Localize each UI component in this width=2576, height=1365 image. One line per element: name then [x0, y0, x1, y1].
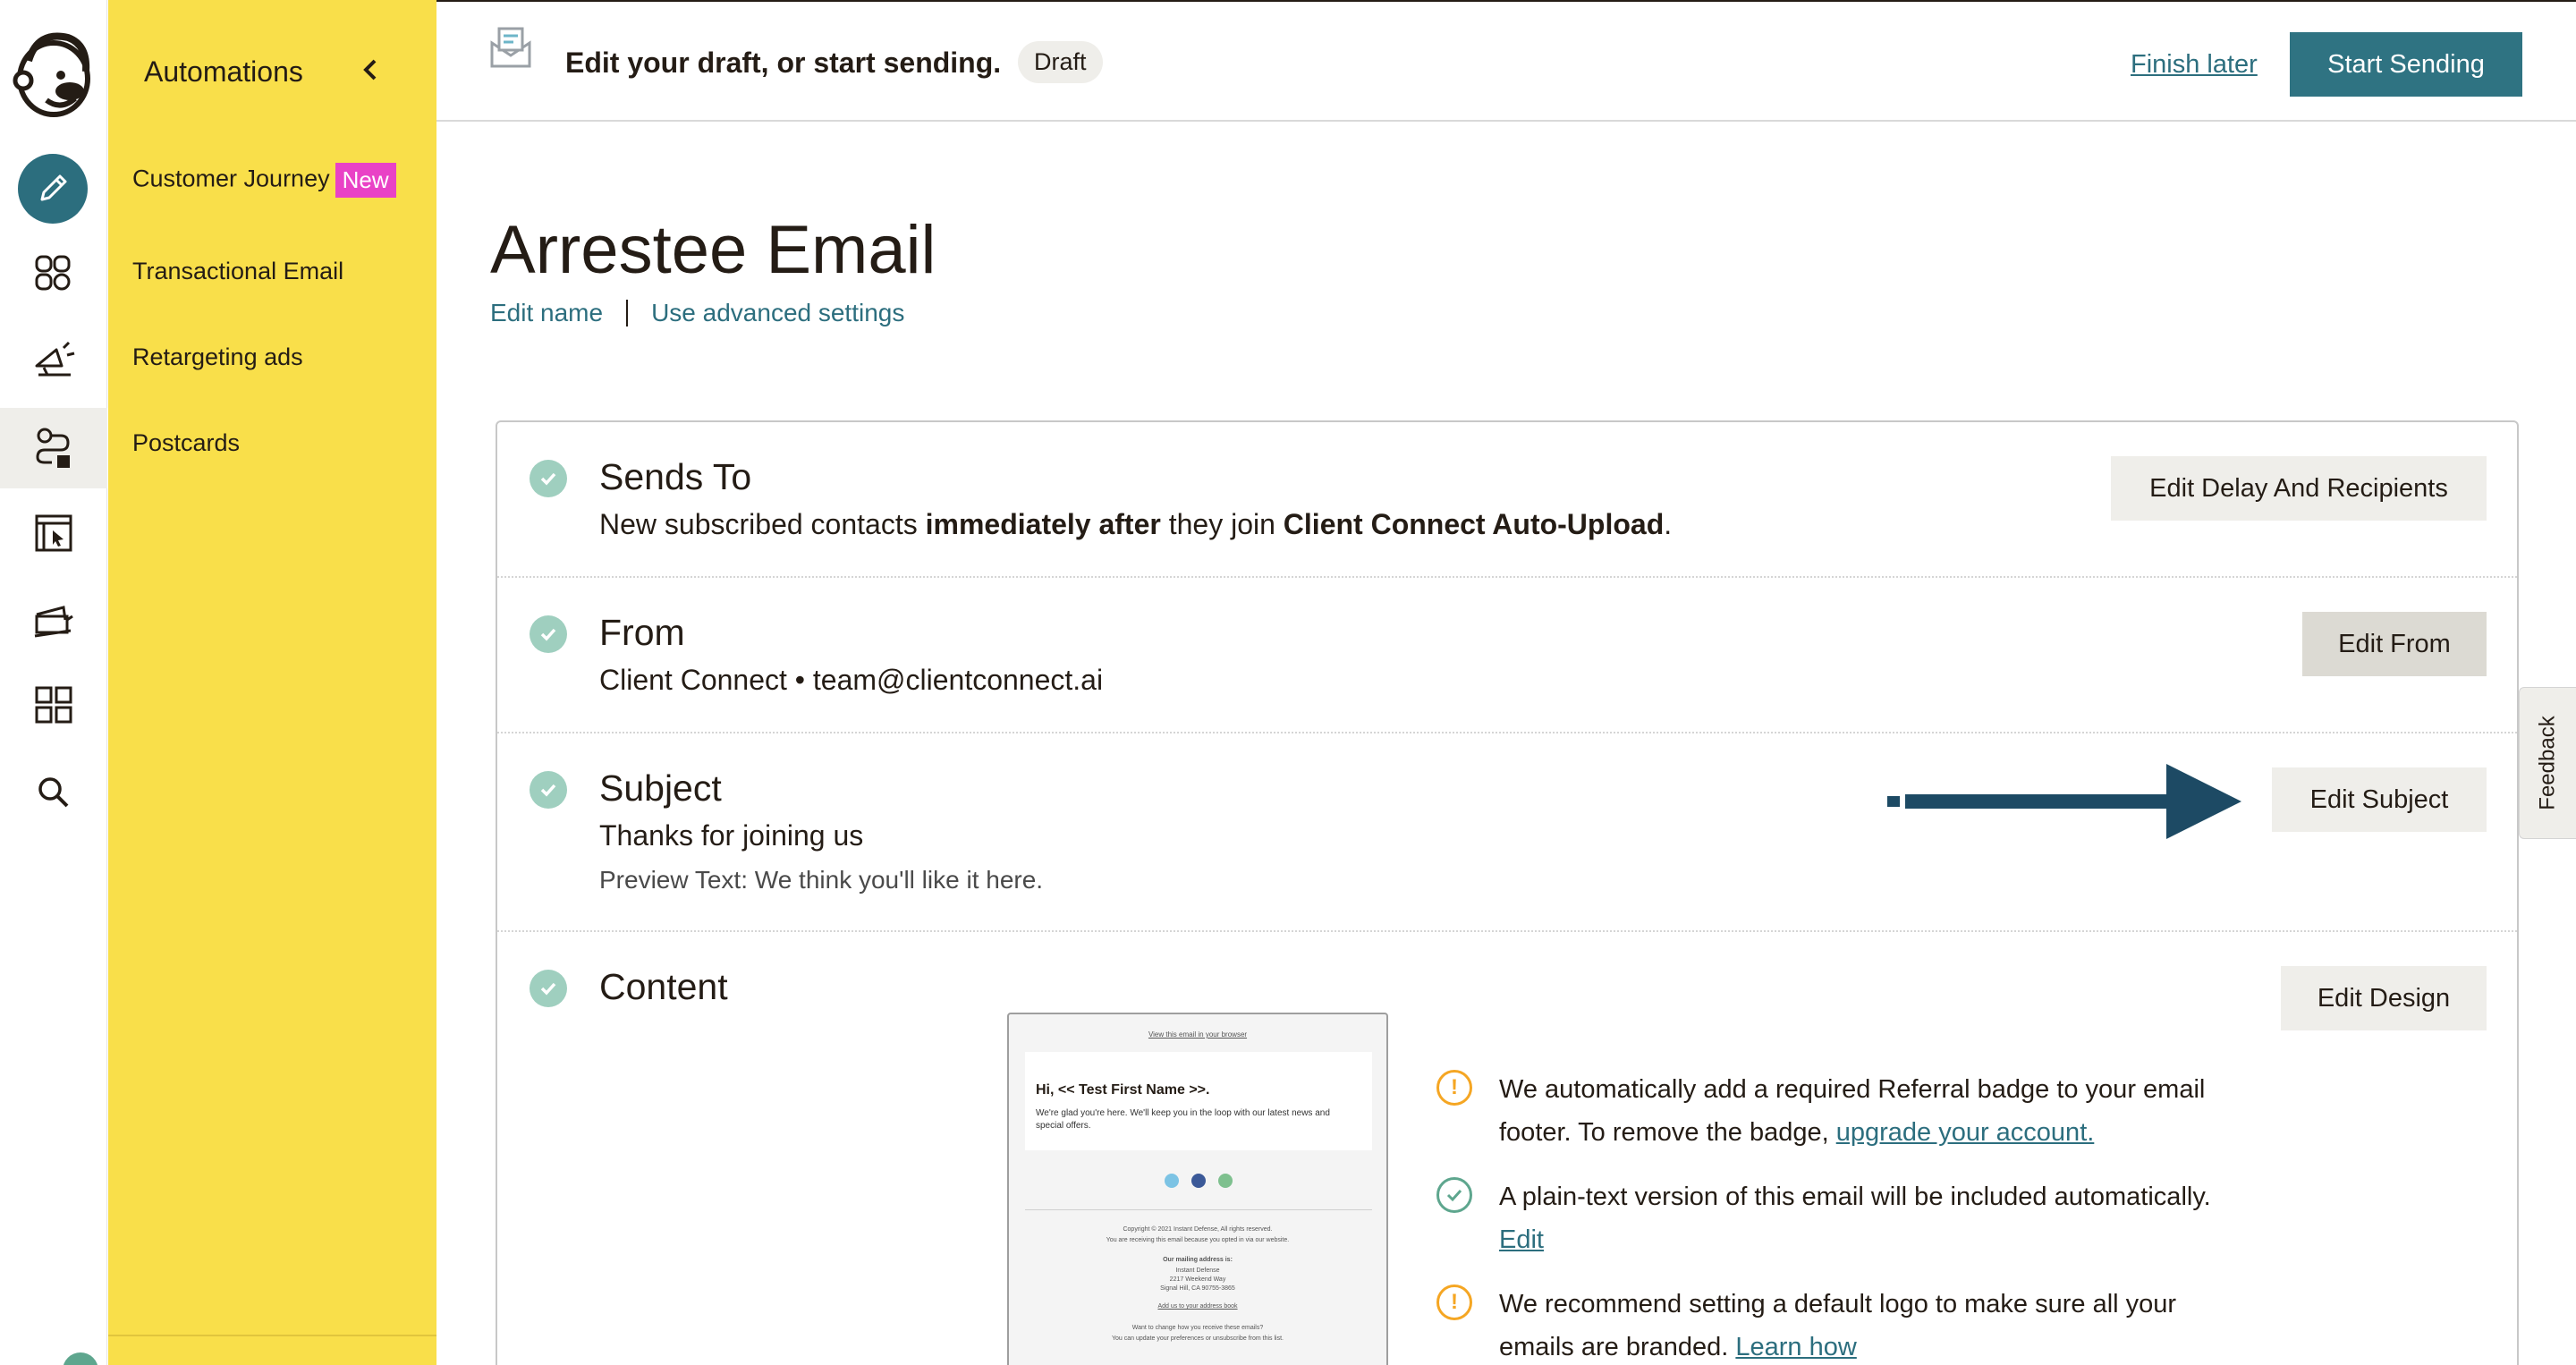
email-footer-mailing-heading: Our mailing address is: — [1163, 1257, 1233, 1263]
top-header-bar: Edit your draft, or start sending. Draft… — [436, 0, 2576, 122]
website-icon[interactable] — [18, 497, 89, 569]
website-icon — [1218, 1174, 1233, 1188]
edit-subject-button[interactable]: Edit Subject — [2272, 767, 2487, 832]
header-title: Edit your draft, or start sending. — [565, 47, 1002, 79]
finish-later-link[interactable]: Finish later — [2131, 50, 2258, 80]
sidebar-item-postcards[interactable]: Postcards — [132, 429, 240, 457]
upgrade-account-link[interactable]: upgrade your account. — [1836, 1118, 2095, 1147]
default-logo-notice: ! We recommend setting a default logo to… — [1436, 1283, 2241, 1365]
warning-icon: ! — [1436, 1284, 1472, 1320]
annotation-arrow-icon — [1884, 760, 2241, 845]
integrations-grid-icon[interactable] — [18, 669, 89, 741]
email-body-block: Hi, << Test First Name >>. We're glad yo… — [1025, 1052, 1372, 1150]
edit-name-link[interactable]: Edit name — [490, 299, 603, 327]
twitter-icon — [1165, 1174, 1179, 1188]
account-avatar[interactable] — [63, 1352, 98, 1365]
referral-badge-notice: ! We automatically add a required Referr… — [1436, 1068, 2241, 1157]
from-value: Client Connect • team@clientconnect.ai — [599, 664, 1104, 696]
check-circle-icon — [1436, 1177, 1472, 1213]
email-body-text: We're glad you're here. We'll keep you i… — [1036, 1108, 1330, 1131]
email-footer-change-question: Want to change how you receive these ema… — [1131, 1325, 1264, 1331]
edit-design-button[interactable]: Edit Design — [2281, 966, 2487, 1030]
sidebar-item-label: Postcards — [132, 429, 241, 456]
campaigns-megaphone-icon[interactable] — [18, 324, 89, 395]
email-divider — [1025, 1209, 1372, 1210]
view-in-browser-text: View this email in your browser — [1148, 1030, 1248, 1039]
search-icon[interactable] — [18, 757, 89, 828]
row-title: Subject — [599, 767, 722, 809]
sidebar-item-label: Transactional Email — [132, 258, 344, 284]
link-separator — [626, 300, 629, 326]
plain-text-notice: A plain-text version of this email will … — [1436, 1175, 2241, 1265]
email-checklist-card: Sends To New subscribed contacts immedia… — [496, 420, 2519, 1365]
status-badge: Draft — [1018, 41, 1103, 83]
notice-text: We recommend setting a default logo to m… — [1499, 1290, 2177, 1361]
email-footer-reason: You are receiving this email because you… — [1106, 1237, 1290, 1243]
sidebar-item-customer-journey[interactable]: Customer Journey New — [132, 163, 396, 198]
edit-from-button[interactable]: Edit From — [2302, 612, 2487, 676]
audience-icon[interactable] — [18, 238, 89, 309]
icon-rail — [0, 0, 107, 1365]
preview-text: Preview Text: We think you'll like it he… — [599, 866, 1044, 894]
email-preview-thumbnail[interactable]: View this email in your browser Hi, << T… — [1007, 1013, 1388, 1365]
subject-value: Thanks for joining us — [599, 819, 864, 852]
checklist-row-sends-to: Sends To New subscribed contacts immedia… — [497, 422, 2517, 578]
sidebar-item-retargeting-ads[interactable]: Retargeting ads — [132, 343, 303, 371]
email-greeting: Hi, << Test First Name >>. — [1036, 1082, 1210, 1098]
facebook-icon — [1191, 1174, 1206, 1188]
row-title: Content — [599, 966, 728, 1007]
sidebar-item-label: Retargeting ads — [132, 343, 303, 370]
page-title: Arrestee Email — [490, 212, 936, 288]
row-title: Sends To — [599, 456, 752, 497]
learn-how-link[interactable]: Learn how — [1735, 1333, 1856, 1361]
title-actions: Edit name Use advanced settings — [490, 299, 904, 327]
row-title: From — [599, 612, 685, 653]
sidebar-item-label: Customer Journey — [132, 165, 330, 192]
automations-sidebar: Automations Customer Journey New Transact… — [108, 0, 436, 1365]
checkmark-icon — [530, 970, 567, 1007]
automations-icon[interactable] — [0, 408, 107, 488]
checklist-row-from: From Client Connect • team@clientconnect… — [497, 578, 2517, 733]
sends-to-description: New subscribed contacts immediately afte… — [599, 508, 1673, 540]
email-footer-address-line: Signal Hill, CA 90755-3865 — [1160, 1285, 1235, 1292]
email-footer-change-answer: You can update your preferences or unsub… — [1112, 1335, 1284, 1342]
edit-plain-text-link[interactable]: Edit — [1499, 1225, 1544, 1254]
notice-text: A plain-text version of this email will … — [1499, 1183, 2211, 1254]
warning-icon: ! — [1436, 1070, 1472, 1106]
email-envelope-icon — [488, 25, 533, 74]
sidebar-divider — [108, 1335, 436, 1336]
mailchimp-logo-icon[interactable] — [11, 25, 97, 123]
feedback-label: Feedback — [2535, 716, 2560, 810]
collapse-sidebar-chevron-left-icon[interactable] — [359, 57, 384, 87]
content-studio-icon[interactable] — [18, 583, 89, 655]
notice-text: We automatically add a required Referral… — [1499, 1075, 2206, 1147]
feedback-tab[interactable]: Feedback — [2519, 687, 2576, 839]
checkmark-icon — [530, 771, 567, 809]
advanced-settings-link[interactable]: Use advanced settings — [651, 299, 904, 327]
checkmark-icon — [530, 460, 567, 497]
start-sending-button[interactable]: Start Sending — [2290, 32, 2522, 97]
email-footer-copyright: Copyright © 2021 Instant Defense, All ri… — [1123, 1226, 1273, 1233]
email-footer-address-line: 2217 Weekend Way — [1169, 1276, 1226, 1283]
email-footer-address-line: Instant Defense — [1175, 1268, 1220, 1274]
sidebar-item-transactional-email[interactable]: Transactional Email — [132, 258, 343, 285]
new-badge: New — [335, 163, 396, 198]
create-pencil-icon[interactable] — [18, 154, 88, 224]
email-footer-address-book: Add us to your address book — [1157, 1303, 1238, 1310]
sidebar-heading: Automations — [144, 55, 303, 88]
checkmark-icon — [530, 615, 567, 653]
edit-delay-recipients-button[interactable]: Edit Delay And Recipients — [2111, 456, 2487, 521]
